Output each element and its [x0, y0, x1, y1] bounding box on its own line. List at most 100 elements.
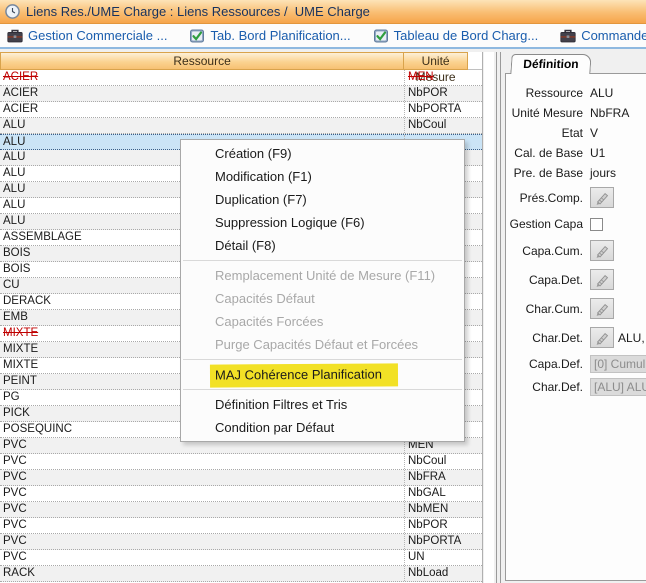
scrollbar-track[interactable]: [484, 52, 494, 583]
char-def-input[interactable]: [ALU] ALU: [590, 378, 646, 396]
capa-cum-button[interactable]: [590, 240, 614, 261]
field-label: Cal. de Base: [506, 146, 590, 160]
edit-pen-icon: [594, 302, 610, 316]
tab-label: Gestion Commerciale ...: [28, 28, 167, 43]
briefcase-icon: [560, 29, 576, 43]
table-row[interactable]: ALUNbCoul: [0, 118, 482, 134]
menu-item-purge-capacites-defaut-et-forcees: Purge Capacités Défaut et Forcées: [181, 333, 464, 356]
field-row-cal-de-base: Cal. de BaseU1: [506, 143, 646, 163]
context-menu: Création (F9)Modification (F1)Duplicatio…: [180, 139, 465, 442]
field-row-capa-cum: Capa.Cum.: [506, 236, 646, 265]
field-row-etat: EtatV: [506, 123, 646, 143]
cell-unite-mesure: NbMEN: [405, 502, 482, 517]
char-det-button[interactable]: [590, 327, 614, 348]
cell-ressource: ACIER: [0, 102, 405, 117]
cell-unite-mesure: MEN: [405, 70, 482, 85]
field-value: jours: [590, 166, 616, 180]
tab-label: Commandes: [581, 28, 646, 43]
cell-unite-mesure: NbCoul: [405, 454, 482, 469]
edit-pen-icon: [594, 331, 610, 345]
cell-ressource: PVC: [0, 550, 405, 565]
column-header-unite-mesure[interactable]: Unité Mesure: [404, 52, 468, 70]
panel-splitter[interactable]: [496, 52, 501, 583]
cell-ressource: PVC: [0, 470, 405, 485]
gestion-capa-checkbox[interactable]: [590, 218, 603, 231]
window-titlebar: Liens Res./UME Charge : Liens Ressources…: [0, 0, 646, 24]
cell-unite-mesure: NbLoad: [405, 566, 482, 581]
cell-ressource: PVC: [0, 534, 405, 549]
field-row-capa-det: Capa.Det.: [506, 265, 646, 294]
menu-item-duplication-f7[interactable]: Duplication (F7): [181, 188, 464, 211]
edit-pen-icon: [594, 191, 610, 205]
field-row-capa-def: Capa.Def.[0] Cumul: [506, 352, 646, 375]
cell-unite-mesure: NbPOR: [405, 86, 482, 101]
field-label: Capa.Det.: [506, 273, 590, 287]
table-row[interactable]: PVCNbPOR: [0, 518, 482, 534]
toolbar-tab-gestion-commerciale[interactable]: Gestion Commerciale ...: [7, 28, 167, 43]
definition-panel-body: RessourceALUUnité MesureNbFRAEtatVCal. d…: [505, 73, 646, 581]
field-row-pres-comp: Prés.Comp.: [506, 183, 646, 212]
cell-ressource: ALU: [0, 118, 405, 133]
cell-ressource: PVC: [0, 454, 405, 469]
field-row-ressource: RessourceALU: [506, 83, 646, 103]
table-row[interactable]: ACIERMEN: [0, 70, 482, 86]
menu-item-detail-f8[interactable]: Détail (F8): [181, 234, 464, 257]
board-check-icon: [373, 29, 389, 43]
table-row[interactable]: PVCNbGAL: [0, 486, 482, 502]
table-row[interactable]: ACIERNbPOR: [0, 86, 482, 102]
menu-item-creation-f9[interactable]: Création (F9): [181, 142, 464, 165]
cell-unite-mesure: NbCoul: [405, 118, 482, 133]
clock-icon: [5, 4, 20, 19]
field-value: ALU,: [618, 331, 645, 345]
board-check-icon: [189, 29, 205, 43]
field-label: Unité Mesure: [506, 106, 590, 120]
field-label: Ressource: [506, 86, 590, 100]
table-row[interactable]: ACIERNbPORTA: [0, 102, 482, 118]
field-row-pre-de-base: Pre. de Basejours: [506, 163, 646, 183]
cell-unite-mesure: NbPORTA: [405, 102, 482, 117]
menu-item-remplacement-unite-de-mesure-f11: Remplacement Unité de Mesure (F11): [181, 264, 464, 287]
tab-definition[interactable]: Définition: [510, 54, 591, 74]
menu-separator: [183, 359, 462, 360]
table-row[interactable]: PVCNbPORTA: [0, 534, 482, 550]
cell-unite-mesure: NbPOR: [405, 518, 482, 533]
table-header-corner: [468, 52, 482, 70]
column-header-ressource[interactable]: Ressource: [0, 52, 404, 70]
char-cum-button[interactable]: [590, 298, 614, 319]
table-row[interactable]: PVCNbFRA: [0, 470, 482, 486]
table-row[interactable]: PVCNbCoul: [0, 454, 482, 470]
capa-def-input[interactable]: [0] Cumul: [590, 355, 646, 373]
field-value: ALU: [590, 86, 613, 100]
menu-item-capacites-defaut: Capacités Défaut: [181, 287, 464, 310]
cell-ressource: ACIER: [0, 70, 405, 85]
menu-item-suppression-logique-f6[interactable]: Suppression Logique (F6): [181, 211, 464, 234]
field-row-char-cum: Char.Cum.: [506, 294, 646, 323]
toolbar-tab-tab-bord-planification[interactable]: Tab. Bord Planification...: [189, 28, 350, 43]
yellow-highlight: MAJ Cohérence Planification: [210, 363, 398, 387]
menu-item-condition-par-defaut[interactable]: Condition par Défaut: [181, 416, 464, 439]
menu-item-maj-coherence-planification[interactable]: MAJ Cohérence Planification: [181, 363, 464, 386]
menu-item-definition-filtres-et-tris[interactable]: Définition Filtres et Tris: [181, 393, 464, 416]
field-row-char-def: Char.Def.[ALU] ALU: [506, 375, 646, 398]
capa-det-button[interactable]: [590, 269, 614, 290]
edit-pen-icon: [594, 273, 610, 287]
toolbar-tab-tableau-de-bord-charg[interactable]: Tableau de Bord Charg...: [373, 28, 539, 43]
pres-comp-button[interactable]: [590, 187, 614, 208]
cell-ressource: PVC: [0, 486, 405, 501]
cell-unite-mesure: NbPORTA: [405, 534, 482, 549]
menu-item-modification-f1[interactable]: Modification (F1): [181, 165, 464, 188]
cell-ressource: RACK: [0, 566, 405, 581]
cell-unite-mesure: NbFRA: [405, 470, 482, 485]
field-value: V: [590, 126, 598, 140]
definition-panel: Définition RessourceALUUnité MesureNbFRA…: [505, 54, 646, 582]
table-row[interactable]: PVCNbMEN: [0, 502, 482, 518]
tab-label: Tab. Bord Planification...: [210, 28, 350, 43]
menu-item-capacites-forcees: Capacités Forcées: [181, 310, 464, 333]
field-label: Char.Def.: [506, 380, 590, 394]
toolbar-tab-commandes[interactable]: Commandes: [560, 28, 646, 43]
window-title: Liens Res./UME Charge : Liens Ressources…: [26, 4, 370, 19]
table-row[interactable]: PVCUN: [0, 550, 482, 566]
table-row[interactable]: RACKNbLoad: [0, 566, 482, 582]
cell-ressource: PVC: [0, 502, 405, 517]
field-row-char-det: Char.Det.ALU,: [506, 323, 646, 352]
